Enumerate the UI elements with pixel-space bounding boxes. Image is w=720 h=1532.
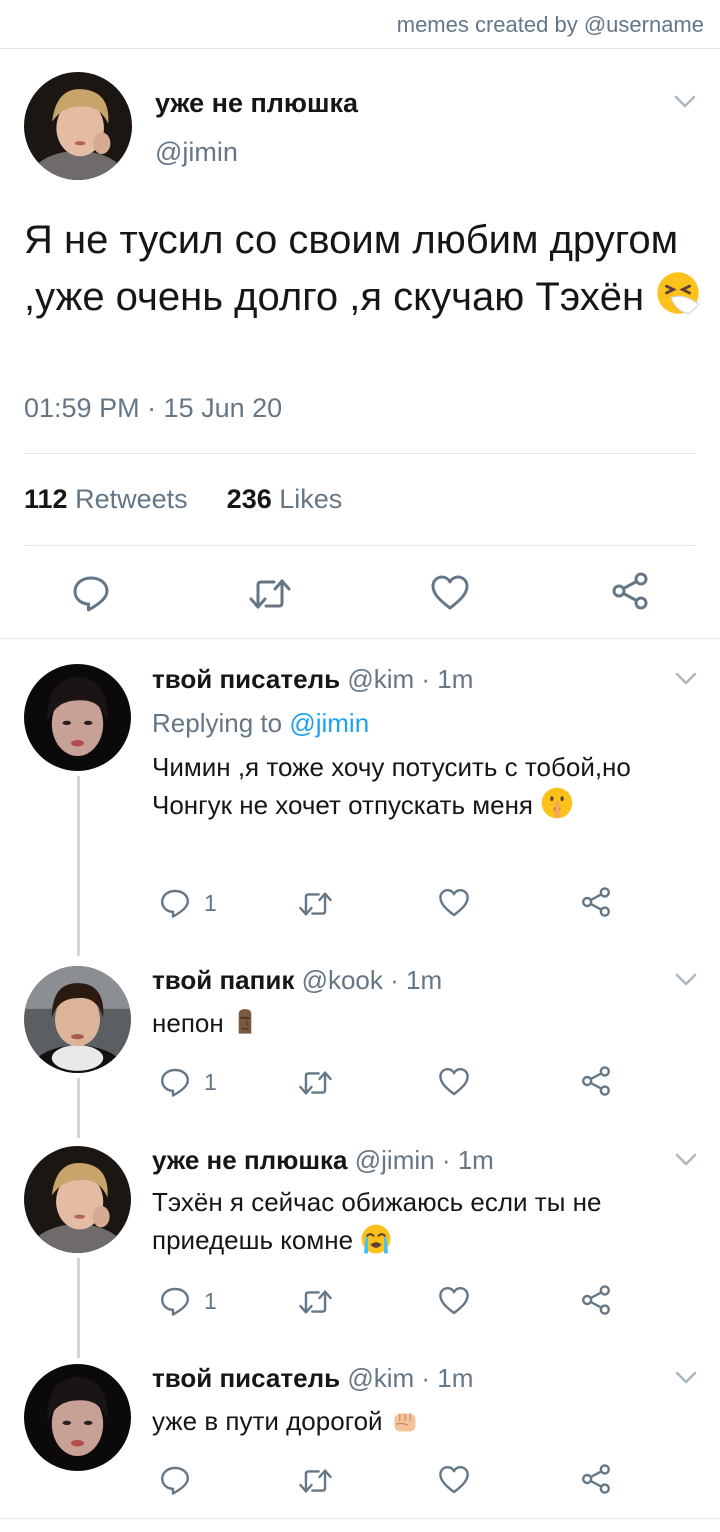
- reply-share-icon[interactable]: [580, 1065, 612, 1097]
- main-tweet-like-icon[interactable]: [430, 573, 470, 613]
- shushing-face-emoji-icon: [540, 786, 574, 820]
- main-tweet-chevron-down-icon[interactable]: [674, 95, 696, 109]
- reply-like-icon[interactable]: [438, 887, 470, 919]
- reply-reply-count[interactable]: 1: [204, 1069, 217, 1096]
- reply-avatar[interactable]: [24, 966, 131, 1073]
- main-tweet-reply-icon[interactable]: [71, 573, 111, 613]
- reply-chevron-down-icon[interactable]: [675, 1153, 697, 1167]
- reply-retweet-icon[interactable]: [298, 1286, 333, 1318]
- reply-chevron-down-icon[interactable]: [675, 973, 697, 987]
- watermark-text: memes created by @username: [396, 12, 704, 37]
- likes-label[interactable]: Likes: [279, 484, 342, 514]
- reply-body: непон: [152, 1008, 224, 1038]
- main-tweet-body: Я не тусил со своим любим другом ,уже оч…: [24, 218, 679, 319]
- reply-retweet-icon[interactable]: [298, 888, 333, 920]
- reply-header: твой папик @kook · 1m: [152, 965, 442, 996]
- replying-to-link[interactable]: @jimin: [289, 708, 369, 738]
- reply-chevron-down-icon[interactable]: [675, 1371, 697, 1385]
- reply-share-icon[interactable]: [580, 886, 612, 918]
- main-tweet-stats: 112 Retweets 236 Likes: [24, 484, 342, 515]
- main-tweet-timestamp: 01:59 PM · 15 Jun 20: [24, 393, 283, 423]
- reply-header: твой писатель @kim · 1m: [152, 1363, 473, 1394]
- reply-handle[interactable]: @jimin: [355, 1145, 435, 1175]
- reply-text: Тэхён я сейчас обижаюсь если ты не приед…: [152, 1183, 692, 1259]
- reply-display-name[interactable]: твой папик: [152, 965, 294, 995]
- reply-display-name[interactable]: уже не плюшка: [152, 1145, 348, 1175]
- main-tweet-divider-bottom: [24, 545, 696, 546]
- reply-display-name[interactable]: твой писатель: [152, 1363, 340, 1393]
- reply-text: Чимин ,я тоже хочу потусить с тобой,но Ч…: [152, 748, 692, 824]
- main-tweet-share-icon[interactable]: [610, 571, 650, 611]
- reply-like-icon[interactable]: [438, 1464, 470, 1496]
- reply-body: уже в пути дорогой: [152, 1406, 383, 1436]
- sneezing-face-emoji-icon: [655, 270, 701, 316]
- reply-like-icon[interactable]: [438, 1066, 470, 1098]
- reply-retweet-icon[interactable]: [298, 1465, 333, 1497]
- reply-handle[interactable]: @kook: [302, 965, 383, 995]
- bottom-divider: [0, 1518, 720, 1519]
- main-tweet-display-name[interactable]: уже не плюшка: [155, 88, 358, 119]
- retweets-count[interactable]: 112: [24, 484, 68, 514]
- loudly-crying-face-emoji-icon: [360, 1223, 392, 1255]
- main-tweet-avatar[interactable]: [24, 72, 132, 180]
- main-tweet-handle[interactable]: @jimin: [155, 137, 238, 168]
- reply-retweet-icon[interactable]: [298, 1067, 333, 1099]
- replying-to-label: Replying to: [152, 708, 283, 738]
- retweets-label[interactable]: Retweets: [75, 484, 188, 514]
- thread-line: [77, 776, 80, 956]
- reply-share-icon[interactable]: [580, 1284, 612, 1316]
- main-tweet-section-divider: [0, 638, 720, 639]
- reply-reply-count[interactable]: 1: [204, 1288, 217, 1315]
- reply-avatar[interactable]: [24, 1146, 131, 1253]
- reply-header: уже не плюшка @jimin · 1m: [152, 1145, 494, 1176]
- reply-chevron-down-icon[interactable]: [675, 672, 697, 686]
- reply-like-icon[interactable]: [438, 1285, 470, 1317]
- thread-line: [77, 1078, 80, 1138]
- reply-avatar[interactable]: [24, 664, 131, 771]
- reply-display-name[interactable]: твой писатель: [152, 664, 340, 694]
- reply-reply-icon[interactable]: [159, 1066, 191, 1098]
- reply-reply-icon[interactable]: [159, 1285, 191, 1317]
- thread-line: [77, 1258, 80, 1358]
- reply-reply-icon[interactable]: [159, 887, 191, 919]
- reply-avatar[interactable]: [24, 1364, 131, 1471]
- replying-to: Replying to @jimin: [152, 708, 369, 739]
- reply-header: твой писатель @kim · 1m: [152, 664, 473, 695]
- moai-emoji-icon: [231, 1004, 259, 1038]
- main-tweet-divider-top: [24, 453, 696, 454]
- reply-time: · 1m: [421, 1363, 474, 1393]
- likes-count[interactable]: 236: [227, 484, 272, 514]
- reply-handle[interactable]: @kim: [347, 664, 414, 694]
- reply-reply-count[interactable]: 1: [204, 890, 217, 917]
- main-tweet-text: Я не тусил со своим любим другом ,уже оч…: [24, 212, 704, 326]
- reply-time: · 1m: [421, 664, 474, 694]
- raised-fist-emoji-icon: [390, 1406, 420, 1436]
- reply-handle[interactable]: @kim: [347, 1363, 414, 1393]
- reply-text: уже в пути дорогой: [152, 1402, 692, 1440]
- main-tweet-retweet-icon[interactable]: [248, 574, 292, 614]
- reply-time: · 1m: [441, 1145, 494, 1175]
- reply-reply-icon[interactable]: [159, 1464, 191, 1496]
- reply-time: · 1m: [390, 965, 443, 995]
- header-divider: [0, 48, 720, 49]
- reply-share-icon[interactable]: [580, 1463, 612, 1495]
- reply-text: непон: [152, 1004, 692, 1042]
